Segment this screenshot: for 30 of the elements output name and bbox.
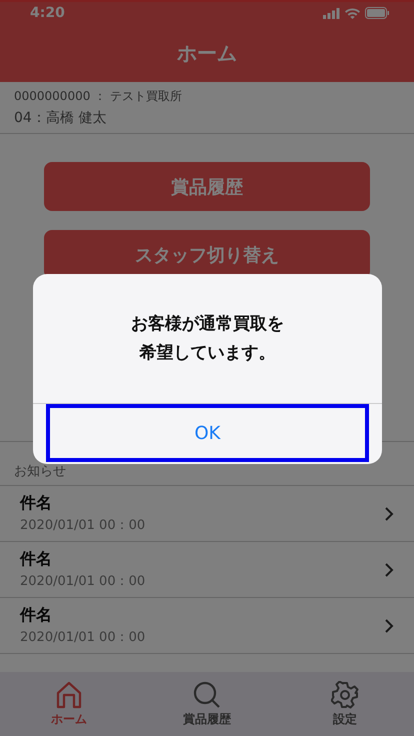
screen-title: ホーム: [177, 40, 237, 66]
alert-message: お客様が通常買取を: [131, 312, 284, 336]
notice-row[interactable]: 件名 2020/01/01 00：00: [0, 542, 414, 598]
notice-date: 2020/01/01 00：00: [20, 573, 146, 590]
chevron-icon: [384, 562, 394, 578]
notice-title: 件名: [20, 493, 53, 514]
status-time: 4:20: [30, 5, 65, 21]
battery-icon: [365, 7, 390, 19]
alert-message: 希望しています。: [140, 342, 276, 364]
notice-row[interactable]: 件名 2020/01/01 00：00: [0, 598, 414, 654]
notice-row[interactable]: 件名 2020/01/01 00：00: [0, 486, 414, 542]
chevron-icon: [384, 506, 394, 522]
chevron-icon: [384, 618, 394, 634]
tab-item[interactable]: 設定: [276, 672, 414, 736]
notice-date: 2020/01/01 00：00: [20, 517, 146, 534]
settings-icon: [331, 680, 359, 708]
search-icon: [193, 680, 221, 708]
wifi-icon: [345, 8, 360, 18]
action-button[interactable]: 賞品履歴: [44, 162, 370, 211]
home-icon: [55, 680, 83, 708]
tab-item[interactable]: ホーム: [0, 672, 138, 736]
section-heading: お知らせ: [14, 463, 66, 480]
notice-title: 件名: [20, 549, 53, 570]
notice-title: 件名: [20, 605, 53, 626]
staff-label: 04：高橋 健太: [14, 109, 108, 127]
signal-icon: [323, 8, 340, 18]
store-label: 0000000000 ： テスト買取所: [14, 88, 183, 105]
notice-date: 2020/01/01 00：00: [20, 629, 146, 646]
ok-button[interactable]: OK: [46, 404, 369, 462]
tab-item[interactable]: 賞品履歴: [138, 672, 276, 736]
